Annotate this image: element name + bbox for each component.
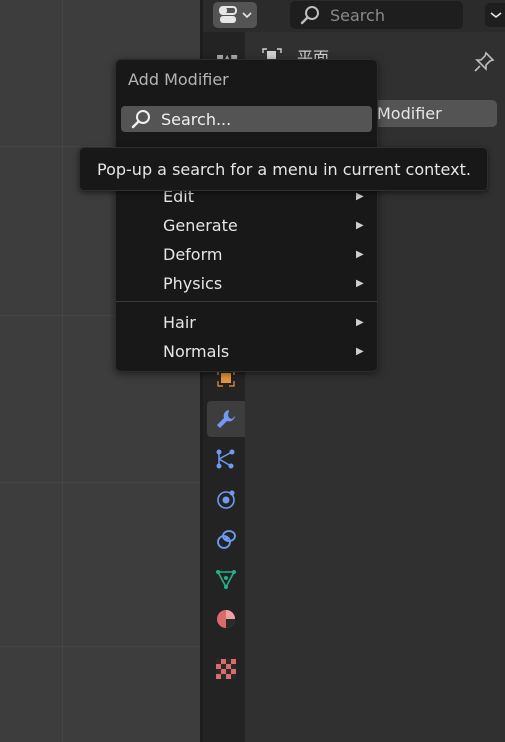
grid-line bbox=[0, 646, 200, 647]
submenu-arrow-icon: ▶ bbox=[356, 191, 364, 202]
menu-separator bbox=[116, 301, 377, 302]
texture-icon bbox=[216, 659, 236, 679]
tooltip: Pop-up a search for a menu in current co… bbox=[79, 147, 488, 191]
options-dropdown[interactable] bbox=[485, 3, 505, 27]
properties-editor-icon bbox=[219, 6, 237, 23]
menu-item-generate[interactable]: Generate ▶ bbox=[116, 211, 377, 240]
menu-search-button[interactable]: Search... bbox=[121, 106, 372, 132]
menu-search-label: Search... bbox=[161, 109, 232, 129]
tab-texture[interactable] bbox=[207, 651, 245, 687]
add-modifier-menu: Add Modifier Search... Edit ▶ Generate ▶… bbox=[115, 59, 378, 372]
material-icon bbox=[217, 610, 235, 628]
submenu-arrow-icon: ▶ bbox=[356, 278, 364, 289]
grid-line bbox=[62, 0, 63, 742]
add-modifier-label: Modifier bbox=[377, 104, 442, 123]
menu-item-hair[interactable]: Hair ▶ bbox=[116, 308, 377, 337]
object-name: 平面 bbox=[297, 48, 330, 60]
submenu-arrow-icon: ▶ bbox=[356, 220, 364, 231]
search-placeholder: Search bbox=[330, 5, 385, 25]
submenu-arrow-icon: ▶ bbox=[356, 317, 364, 328]
submenu-arrow-icon: ▶ bbox=[356, 249, 364, 260]
tab-constraints[interactable] bbox=[207, 521, 245, 557]
wrench-icon bbox=[217, 410, 235, 428]
chevron-down-icon bbox=[490, 12, 502, 19]
menu-title: Add Modifier bbox=[128, 70, 229, 89]
chevron-down-icon bbox=[242, 12, 252, 19]
tab-data[interactable] bbox=[207, 561, 245, 597]
submenu-arrow-icon: ▶ bbox=[356, 346, 364, 357]
menu-item-deform[interactable]: Deform ▶ bbox=[116, 240, 377, 269]
pin-icon[interactable] bbox=[472, 50, 496, 78]
menu-item-physics[interactable]: Physics ▶ bbox=[116, 269, 377, 298]
menu-item-normals[interactable]: Normals ▶ bbox=[116, 337, 377, 366]
tab-modifiers[interactable] bbox=[207, 401, 245, 437]
tooltip-text: Pop-up a search for a menu in current co… bbox=[97, 159, 471, 179]
search-icon bbox=[131, 110, 150, 129]
editor-type-button[interactable] bbox=[213, 2, 257, 28]
tab-material[interactable] bbox=[207, 601, 245, 637]
constraints-icon bbox=[217, 530, 236, 549]
search-icon bbox=[300, 6, 319, 25]
physics-icon bbox=[217, 490, 235, 509]
tab-particles[interactable] bbox=[207, 441, 245, 477]
grid-line bbox=[0, 482, 200, 483]
search-input[interactable]: Search bbox=[290, 1, 463, 29]
tab-physics[interactable] bbox=[207, 481, 245, 517]
data-icon bbox=[216, 570, 236, 589]
particles-icon bbox=[216, 449, 235, 469]
